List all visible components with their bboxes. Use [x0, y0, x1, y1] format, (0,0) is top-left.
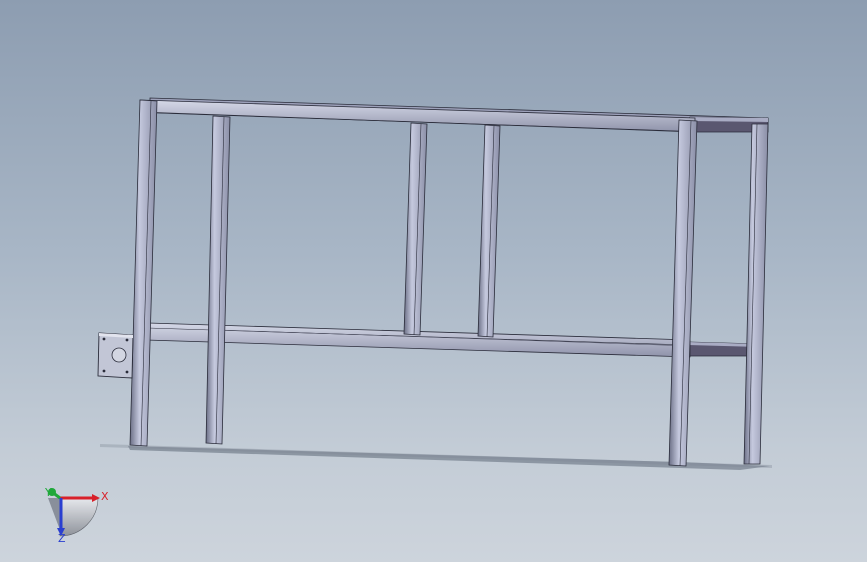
front-left-leg[interactable] — [129, 99, 158, 447]
z-axis-label: Z — [58, 532, 66, 545]
model-view[interactable]: X Y Z — [0, 0, 867, 562]
inner-post-1[interactable] — [205, 115, 231, 445]
mounting-plate[interactable] — [97, 332, 134, 379]
reference-triad: X Y Z — [44, 486, 109, 545]
graphics-viewport[interactable]: X Y Z — [0, 0, 867, 562]
front-right-leg[interactable] — [668, 119, 698, 467]
triad-fan — [59, 497, 99, 537]
inner-post-3[interactable] — [477, 124, 501, 338]
x-axis-label: X — [101, 490, 109, 503]
inner-post-2[interactable] — [403, 122, 428, 336]
y-axis-label: Y — [44, 486, 52, 499]
back-right-leg[interactable] — [743, 123, 769, 465]
